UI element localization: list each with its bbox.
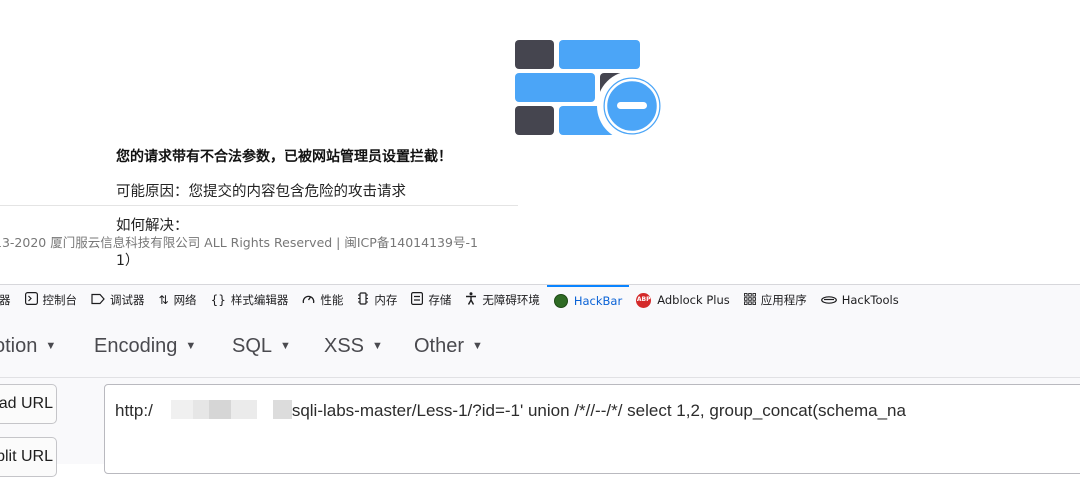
url-value: http:/ sqli-labs-master/Less-1/?id=-1' un… [115, 400, 906, 421]
menu-encoding[interactable]: Encoding ▼ [94, 335, 196, 358]
tab-console[interactable]: 控制台 [18, 285, 85, 315]
application-grid-icon [743, 292, 756, 308]
waf-block-title: 您的请求带有不合法参数，已被网站管理员设置拦截！ [116, 149, 452, 165]
tab-performance[interactable]: 性能 [295, 285, 350, 315]
tab-label: 样式编辑器 [230, 293, 289, 307]
tab-storage[interactable]: 存储 [404, 285, 458, 315]
chevron-down-icon: ▼ [185, 340, 197, 352]
chevron-down-icon: ▼ [280, 340, 291, 352]
brick-blue [559, 40, 640, 69]
accessibility-icon [465, 292, 477, 308]
network-icon: ⇅ [158, 293, 169, 307]
tab-hacktools[interactable]: HackTools [814, 285, 906, 315]
menu-label: Other [414, 335, 465, 357]
menu-other[interactable]: Other ▼ [414, 335, 483, 358]
adblock-plus-icon: ABP [636, 292, 652, 308]
debugger-icon [91, 293, 105, 308]
menu-label: SQL [232, 335, 273, 357]
tab-label: Adblock Plus [657, 293, 730, 307]
hacktools-icon [820, 293, 837, 307]
tab-label: 控制台 [42, 293, 78, 307]
hackbar-icon [553, 294, 568, 308]
copyright-footer: 13-2020 厦门服云信息科技有限公司 ALL Rights Reserved… [0, 235, 478, 250]
tab-label: HackTools [841, 293, 899, 307]
hackbar-menu-bar: otion ▼ Encoding ▼ SQL ▼ XSS ▼ Other ▼ [0, 315, 1080, 378]
waf-solution-item: 1） [116, 253, 139, 269]
tab-adblock-plus[interactable]: ABP Adblock Plus [629, 285, 737, 315]
tab-debugger[interactable]: 调试器 [84, 285, 152, 315]
tab-style-editor[interactable]: {} 样式编辑器 [204, 285, 296, 315]
tab-label: 性能 [320, 293, 344, 307]
tab-label: 网络 [173, 293, 197, 307]
url-prefix: http:/ [115, 401, 153, 420]
tab-accessibility[interactable]: 无障碍环境 [458, 285, 547, 315]
menu-label: otion [0, 335, 38, 357]
storage-icon [411, 292, 424, 308]
menu-label: XSS [324, 335, 365, 357]
brick-dark [515, 40, 554, 69]
menu-label: Encoding [94, 335, 178, 357]
performance-icon [302, 293, 315, 308]
brick-dark [515, 106, 554, 135]
tab-inspector[interactable]: 器 [0, 285, 18, 315]
waf-firewall-logo [515, 40, 667, 140]
menu-sql[interactable]: SQL ▼ [232, 335, 291, 358]
minus-icon [617, 102, 647, 109]
tab-application[interactable]: 应用程序 [737, 285, 814, 315]
tab-label: 调试器 [110, 293, 145, 307]
chevron-down-icon: ▼ [45, 340, 57, 352]
tab-label: 内存 [374, 293, 398, 307]
tab-label: HackBar [573, 294, 623, 308]
load-url-button[interactable]: ad URL [0, 384, 57, 424]
tab-memory[interactable]: 内存 [350, 285, 404, 315]
tab-label: 无障碍环境 [482, 293, 540, 307]
tab-label: 应用程序 [760, 293, 807, 307]
divider [0, 205, 518, 206]
tab-network[interactable]: ⇅ 网络 [152, 285, 204, 315]
menu-xss[interactable]: XSS ▼ [324, 335, 383, 358]
console-icon [24, 292, 38, 308]
url-input[interactable]: http:/ sqli-labs-master/Less-1/?id=-1' un… [104, 384, 1080, 474]
redacted-host [152, 400, 292, 419]
url-suffix: sqli-labs-master/Less-1/?id=-1' union /*… [291, 401, 906, 420]
style-editor-icon: {} [210, 293, 226, 307]
brick-blue [515, 73, 595, 102]
tab-hackbar[interactable]: HackBar [546, 285, 630, 315]
memory-icon [357, 292, 369, 308]
tab-label: 器 [0, 293, 11, 307]
devtools-tab-bar: 器 控制台 调试器 ⇅ 网络 {} 样式编辑器 性能 内存 存储 无障碍环境 H… [0, 284, 1080, 316]
split-url-button[interactable]: plit URL [0, 437, 57, 477]
chevron-down-icon: ▼ [472, 340, 483, 352]
menu-option[interactable]: otion ▼ [0, 335, 56, 358]
waf-block-reason: 可能原因：您提交的内容包含危险的攻击请求 [116, 184, 406, 200]
tab-label: 存储 [428, 293, 452, 307]
chevron-down-icon: ▼ [372, 340, 383, 352]
